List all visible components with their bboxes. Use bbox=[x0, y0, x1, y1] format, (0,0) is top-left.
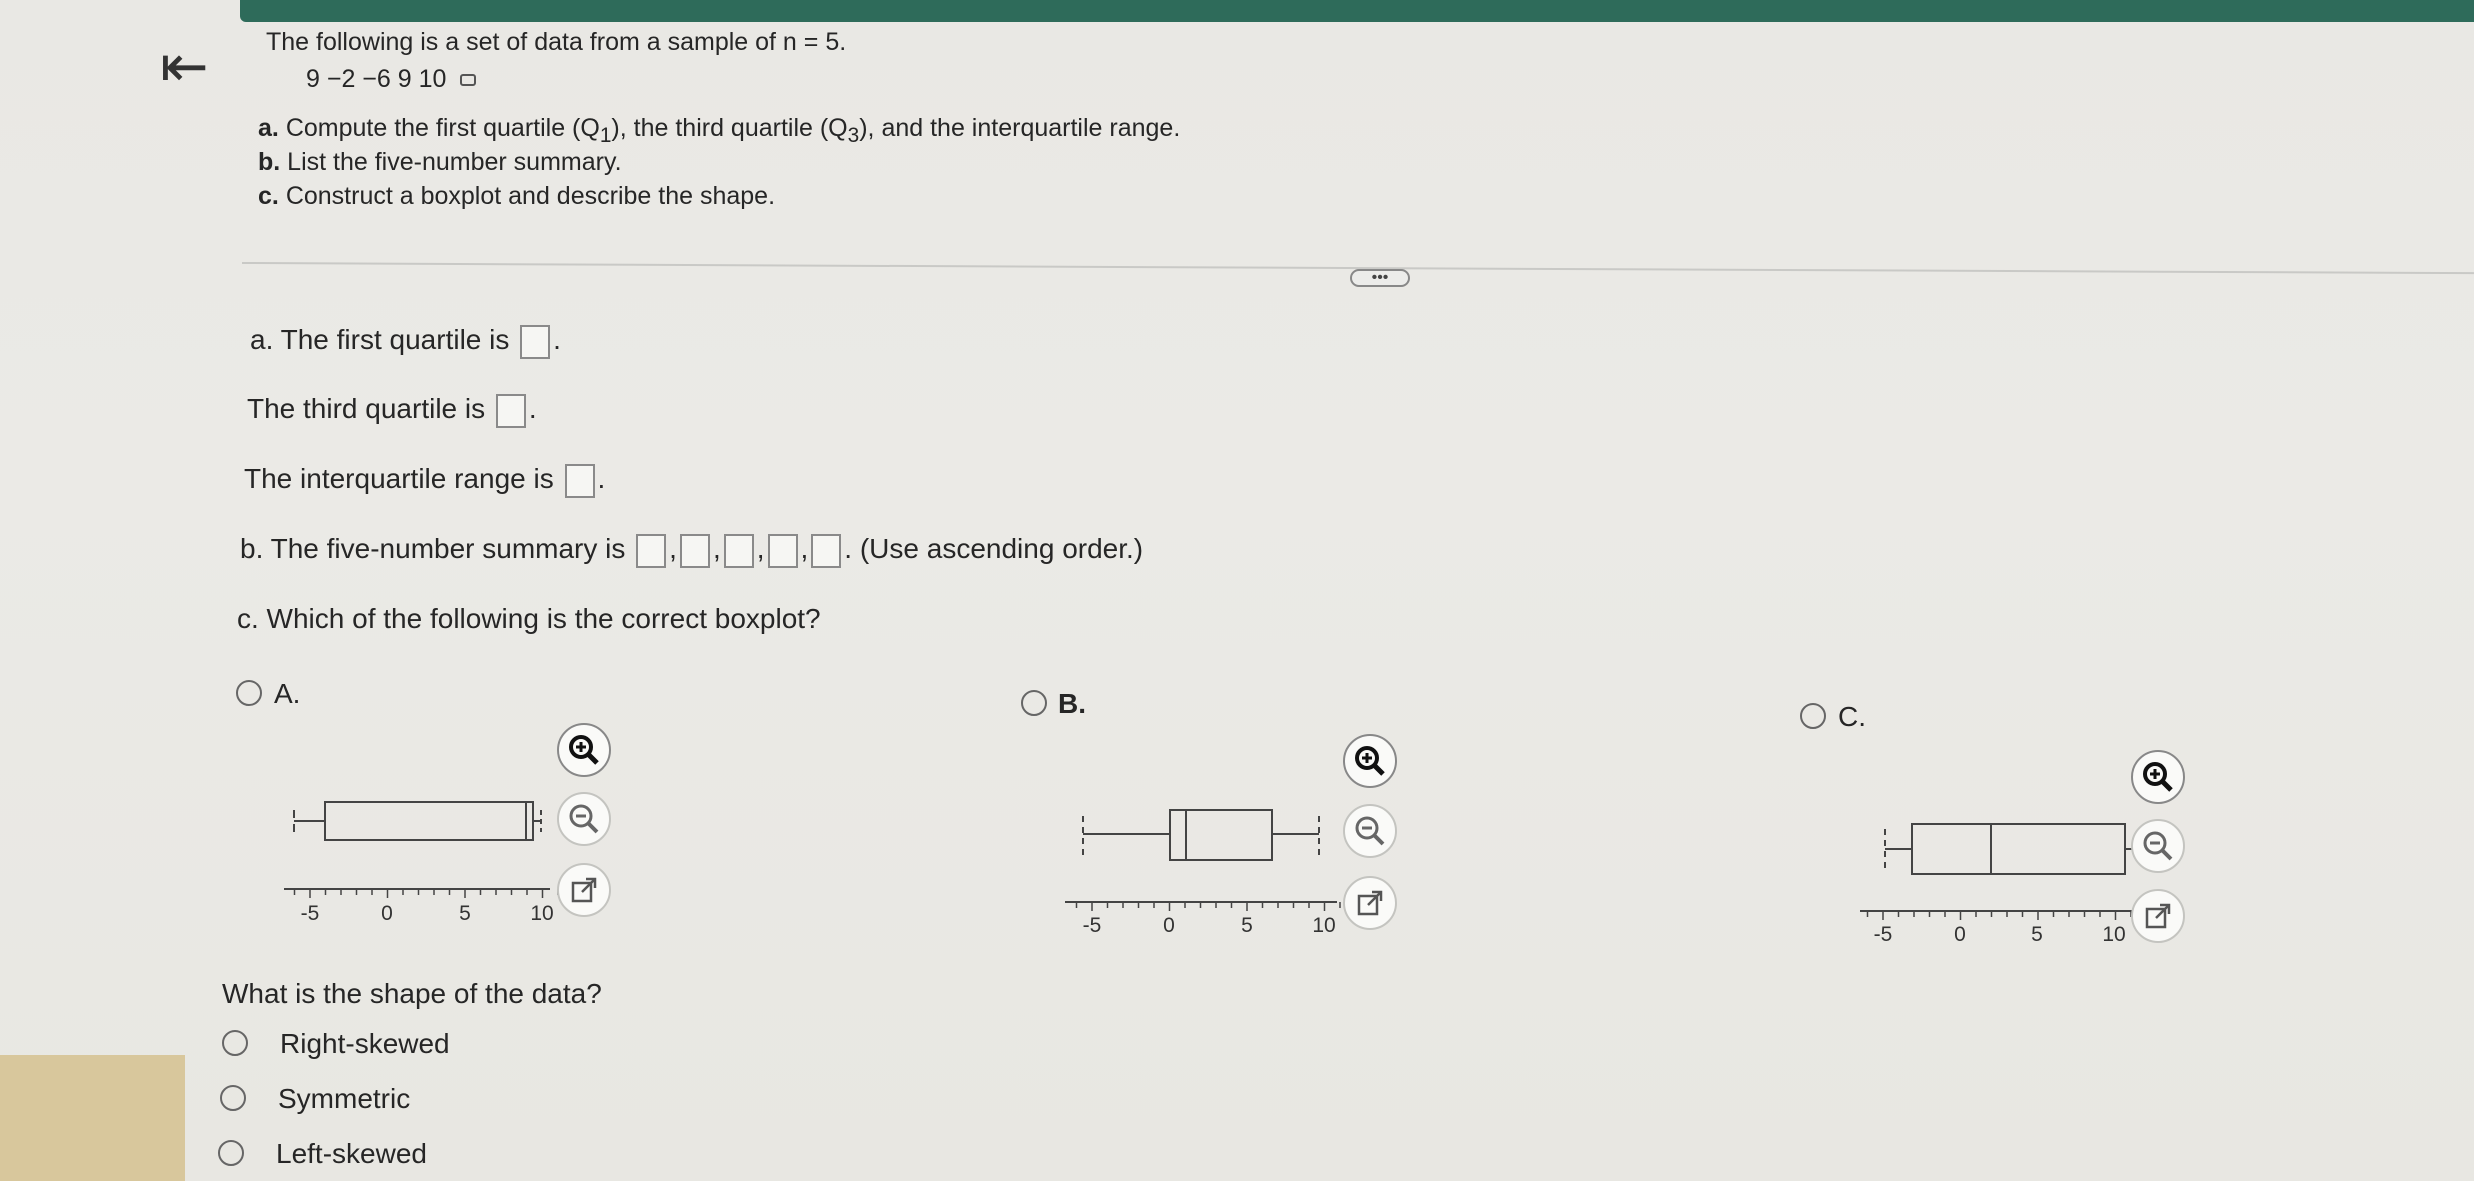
open-external-icon[interactable] bbox=[557, 863, 611, 917]
tick-label: 5 bbox=[459, 902, 471, 925]
open-external-icon[interactable] bbox=[1343, 876, 1397, 930]
option-c-label: C. bbox=[1838, 701, 1866, 732]
option-a-boxplot: -5 0 5 10 bbox=[284, 801, 559, 925]
more-button[interactable]: ••• bbox=[1350, 269, 1410, 287]
axis-ticks bbox=[293, 889, 559, 898]
tick-label: -5 bbox=[301, 902, 320, 925]
option-a-radio[interactable] bbox=[236, 680, 262, 706]
question-part-c: c. Construct a boxplot and describe the … bbox=[258, 182, 776, 210]
shape-question: What is the shape of the data? bbox=[222, 978, 602, 1009]
tick-label: 0 bbox=[1163, 914, 1175, 937]
question-intro: The following is a set of data from a sa… bbox=[266, 28, 847, 56]
data-values: 9 −2 −6 9 10 bbox=[306, 65, 477, 94]
five-number-input-5[interactable] bbox=[811, 533, 842, 568]
iqr-input[interactable] bbox=[564, 463, 595, 498]
shape-choice-label: Right-skewed bbox=[280, 1028, 450, 1059]
question-part-b: b. List the five-number summary. bbox=[258, 148, 622, 176]
tick-label: 10 bbox=[1312, 914, 1335, 937]
five-number-input-4[interactable] bbox=[767, 533, 798, 568]
tick-label: 10 bbox=[2102, 923, 2125, 946]
axis-ticks bbox=[1866, 911, 2132, 920]
top-bar bbox=[240, 0, 2474, 22]
zoom-in-icon[interactable] bbox=[1343, 734, 1397, 788]
tick-label: 0 bbox=[1954, 923, 1966, 946]
tick-label: -5 bbox=[1874, 923, 1893, 946]
axis-ticks bbox=[1075, 902, 1341, 911]
data-values-text: 9 −2 −6 9 10 bbox=[306, 65, 447, 93]
tick-label: 5 bbox=[2031, 923, 2043, 946]
shape-radio-left-skewed[interactable] bbox=[218, 1140, 244, 1166]
box bbox=[1911, 823, 2126, 875]
shape-radio-symmetric[interactable] bbox=[220, 1085, 246, 1111]
boxplot-question: c. Which of the following is the correct… bbox=[237, 603, 821, 634]
five-number-input-2[interactable] bbox=[679, 533, 710, 568]
option-c-radio[interactable] bbox=[1800, 703, 1826, 729]
first-quartile-row: a. The first quartile is . bbox=[250, 324, 561, 359]
zoom-out-icon[interactable] bbox=[1343, 804, 1397, 858]
option-b-boxplot: -5 0 5 10 bbox=[1065, 809, 1341, 937]
collapse-left-icon[interactable]: ⇤ bbox=[160, 38, 209, 96]
third-quartile-row: The third quartile is . bbox=[247, 393, 537, 428]
shape-radio-right-skewed[interactable] bbox=[222, 1030, 248, 1056]
open-external-icon[interactable] bbox=[2131, 889, 2185, 943]
tick-label: 5 bbox=[1241, 914, 1253, 937]
shape-choice-label: Left-skewed bbox=[276, 1138, 427, 1169]
third-quartile-input[interactable] bbox=[495, 393, 526, 428]
tick-label: 0 bbox=[381, 902, 393, 925]
option-b-label: B. bbox=[1058, 688, 1086, 719]
zoom-out-icon[interactable] bbox=[557, 792, 611, 846]
tick-label: 10 bbox=[530, 902, 553, 925]
zoom-in-icon[interactable] bbox=[557, 723, 611, 777]
box bbox=[324, 801, 534, 841]
copy-icon[interactable] bbox=[460, 74, 477, 87]
five-number-row: b. The five-number summary is ,,,,. (Use… bbox=[240, 533, 1143, 568]
iqr-row: The interquartile range is . bbox=[244, 463, 605, 498]
shape-choice-label: Symmetric bbox=[278, 1083, 411, 1114]
zoom-out-icon[interactable] bbox=[2131, 819, 2185, 873]
five-number-input-1[interactable] bbox=[636, 533, 667, 568]
zoom-in-icon[interactable] bbox=[2131, 750, 2185, 804]
first-quartile-input[interactable] bbox=[520, 324, 551, 359]
five-number-input-3[interactable] bbox=[723, 533, 754, 568]
question-part-a: a. Compute the first quartile (Q1), the … bbox=[258, 114, 1181, 147]
tick-label: -5 bbox=[1083, 914, 1102, 937]
option-a-label: A. bbox=[274, 678, 301, 709]
background-strip bbox=[0, 1055, 185, 1181]
option-b-radio[interactable] bbox=[1021, 690, 1047, 716]
option-c-boxplot: -5 0 5 10 bbox=[1860, 823, 2140, 946]
